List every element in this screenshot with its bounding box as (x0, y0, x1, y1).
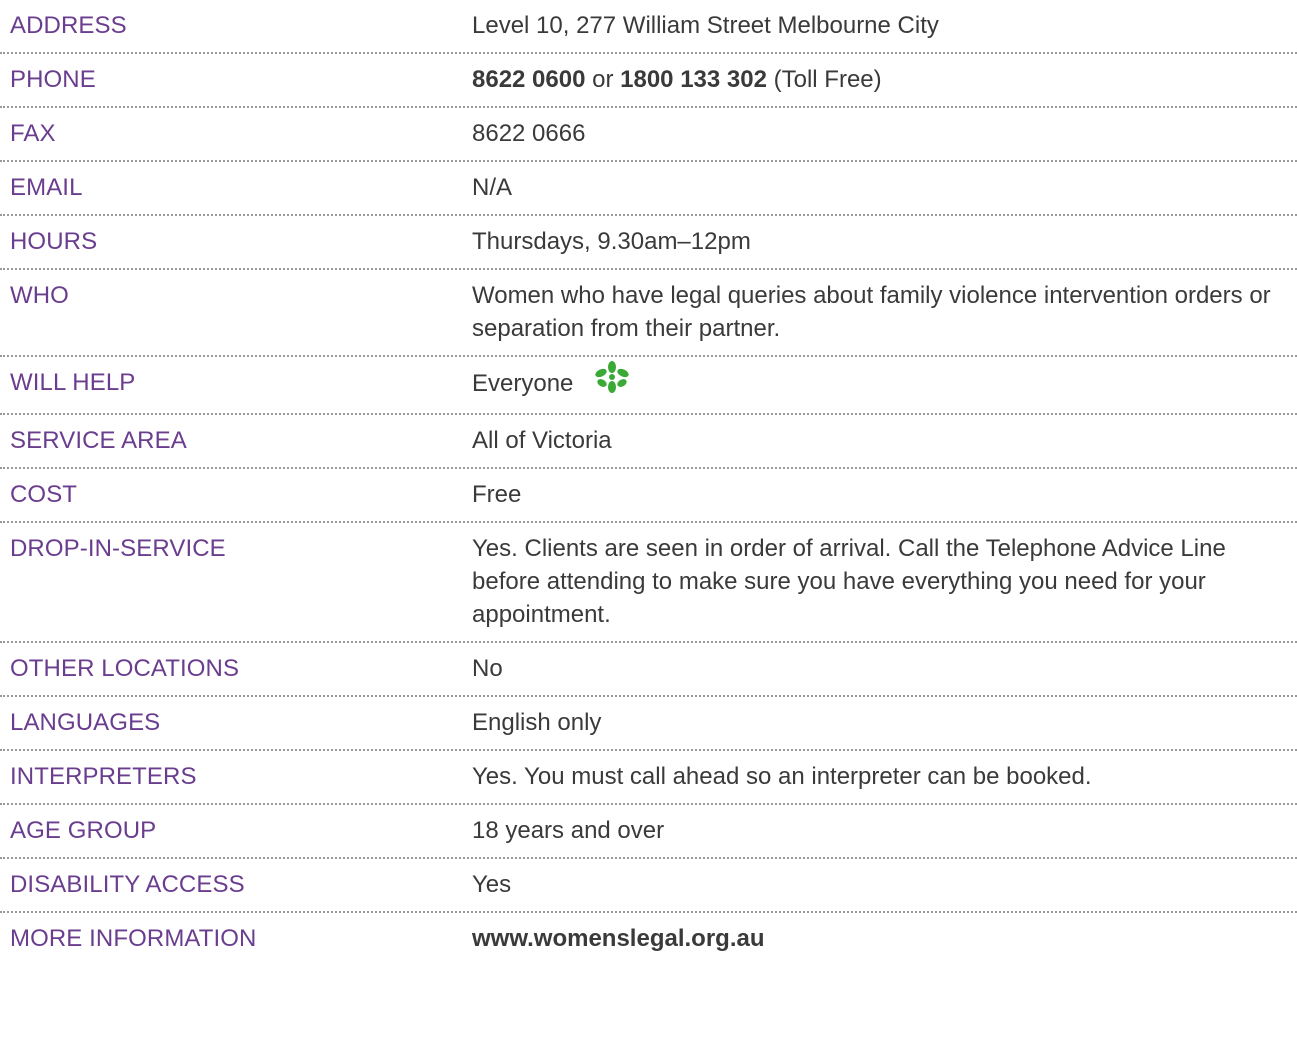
row-cost: COST Free (0, 469, 1297, 523)
row-disability-access: DISABILITY ACCESS Yes (0, 859, 1297, 913)
phone-number-tollfree[interactable]: 1800 133 302 (620, 66, 767, 93)
row-label: DROP-IN-SERVICE (10, 535, 226, 562)
row-label: LANGUAGES (10, 709, 161, 736)
row-phone: PHONE 8622 0600 or 1800 133 302 (Toll Fr… (0, 54, 1297, 108)
row-drop-in-service: DROP-IN-SERVICE Yes. Clients are seen in… (0, 523, 1297, 643)
row-label: ADDRESS (10, 12, 127, 39)
website-link[interactable]: www.womenslegal.org.au (472, 925, 765, 952)
row-will-help: WILL HELP Everyone (0, 357, 1297, 415)
row-interpreters: INTERPRETERS Yes. You must call ahead so… (0, 751, 1297, 805)
row-value: 8622 0666 (472, 120, 586, 147)
row-fax: FAX 8622 0666 (0, 108, 1297, 162)
row-label: MORE INFORMATION (10, 925, 257, 952)
row-label: INTERPRETERS (10, 763, 197, 790)
row-value: www.womenslegal.org.au (461, 922, 1297, 955)
row-value: N/A (472, 174, 513, 201)
row-other-locations: OTHER LOCATIONS No (0, 643, 1297, 697)
row-age-group: AGE GROUP 18 years and over (0, 805, 1297, 859)
row-hours: HOURS Thursdays, 9.30am–12pm (0, 216, 1297, 270)
row-value: No (472, 655, 503, 682)
row-label: HOURS (10, 228, 98, 255)
row-label: WILL HELP (10, 369, 136, 396)
row-label: FAX (10, 120, 56, 147)
row-label: AGE GROUP (10, 817, 157, 844)
row-value: Level 10, 277 William Street Melbourne C… (472, 12, 939, 39)
phone-joiner: or (585, 66, 621, 93)
row-label: PHONE (10, 66, 96, 93)
row-value: Everyone (461, 361, 1297, 403)
row-value: Thursdays, 9.30am–12pm (472, 228, 751, 255)
will-help-text: Everyone (472, 369, 574, 397)
row-value: Women who have legal queries about famil… (472, 282, 1271, 342)
row-value: Yes (472, 871, 512, 898)
row-email: EMAIL N/A (0, 162, 1297, 216)
row-label: SERVICE AREA (10, 427, 187, 454)
green-flower-icon (593, 360, 631, 403)
row-label: OTHER LOCATIONS (10, 655, 240, 682)
row-address: ADDRESS Level 10, 277 William Street Mel… (0, 0, 1297, 54)
row-value: 8622 0600 or 1800 133 302 (Toll Free) (461, 63, 1297, 96)
row-value: 18 years and over (472, 817, 665, 844)
row-more-information: MORE INFORMATION www.womenslegal.org.au (0, 913, 1297, 965)
phone-number-primary[interactable]: 8622 0600 (472, 66, 585, 93)
row-label: COST (10, 481, 78, 508)
row-value: Free (472, 481, 522, 508)
row-value: English only (472, 709, 602, 736)
row-value: Yes. You must call ahead so an interpret… (472, 763, 1092, 790)
row-label: DISABILITY ACCESS (10, 871, 245, 898)
phone-suffix: (Toll Free) (766, 66, 882, 93)
row-label: EMAIL (10, 174, 83, 201)
service-info-table: ADDRESS Level 10, 277 William Street Mel… (0, 0, 1297, 965)
row-languages: LANGUAGES English only (0, 697, 1297, 751)
row-who: WHO Women who have legal queries about f… (0, 270, 1297, 357)
row-value: All of Victoria (472, 427, 612, 454)
row-value: Yes. Clients are seen in order of arriva… (472, 535, 1226, 628)
row-service-area: SERVICE AREA All of Victoria (0, 415, 1297, 469)
row-label: WHO (10, 282, 69, 309)
